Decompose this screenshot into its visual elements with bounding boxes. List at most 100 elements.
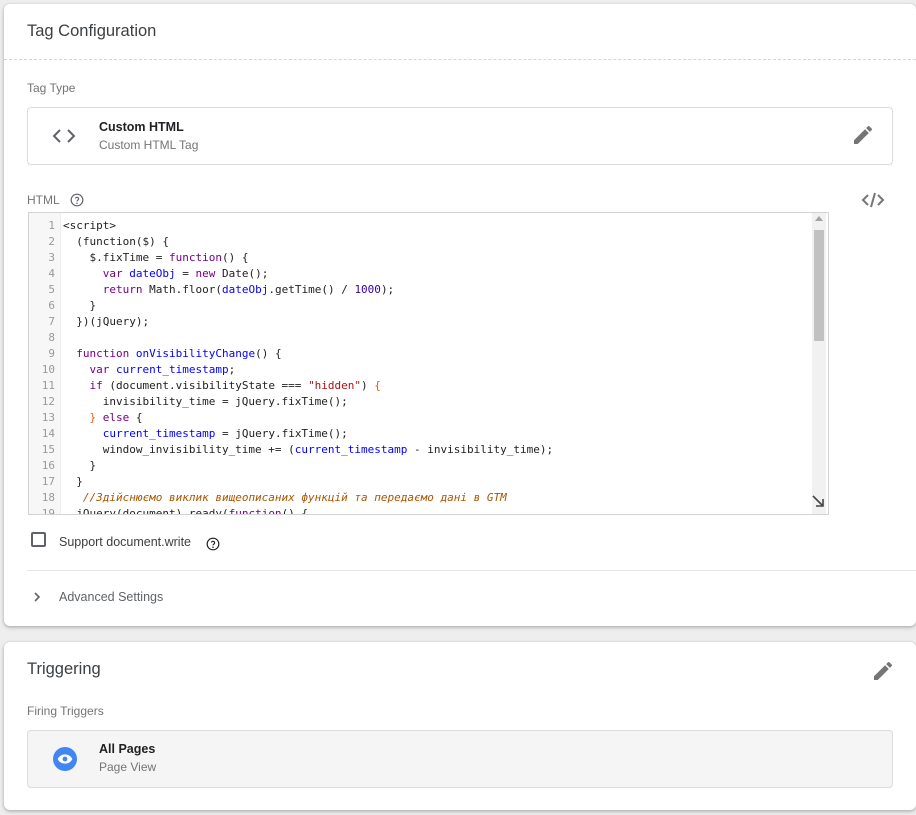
code-token: })(jQuery);: [63, 315, 150, 328]
code-line: 3 $.fixTime = function() {: [29, 250, 826, 266]
code-line: 5 return Math.floor(dateObj.getTime() / …: [29, 282, 826, 298]
help-icon[interactable]: [206, 537, 220, 551]
line-number: 12: [41, 395, 55, 408]
line-number: 8: [48, 331, 55, 344]
code-text: if (document.visibilityState === "hidden…: [63, 378, 381, 394]
code-token: else: [102, 411, 130, 424]
trigger-name: All Pages: [99, 742, 156, 756]
line-number: 19: [41, 507, 55, 515]
line-number: 14: [41, 427, 55, 440]
code-token: );: [380, 283, 395, 296]
code-token: dateObj: [129, 267, 176, 280]
code-token: window_invisibility_time += (: [63, 443, 295, 456]
tag-type-selector[interactable]: Custom HTML Custom HTML Tag: [27, 107, 893, 165]
section-divider: [27, 570, 916, 571]
html-label: HTML: [27, 193, 60, 207]
line-number: 16: [41, 459, 55, 472]
code-line: 9 function onVisibilityChange() {: [29, 346, 826, 362]
editor-vertical-scrollbar[interactable]: [812, 213, 826, 514]
tag-type-name: Custom HTML: [99, 120, 184, 134]
line-number: 2: [48, 235, 55, 248]
code-text: $.fixTime = function() {: [63, 250, 248, 266]
code-token: "hidden": [308, 379, 362, 392]
line-number: 6: [48, 299, 55, 312]
code-line: 6 }: [29, 298, 826, 314]
code-token: $.fixTime =: [63, 251, 169, 264]
code-token: dateObj: [221, 283, 269, 296]
code-line: 15 window_invisibility_time += (current_…: [29, 442, 826, 458]
code-token: }: [63, 459, 97, 472]
code-line: 8: [29, 330, 826, 346]
code-line: 18 //Здійснюємо виклик вищеописаних функ…: [29, 490, 826, 506]
trigger-all-pages[interactable]: All Pages Page View: [27, 730, 893, 788]
code-token: return: [102, 283, 143, 296]
code-line: 19 jQuery(document).ready(function() {: [29, 506, 826, 515]
format-code-icon[interactable]: [861, 191, 885, 209]
code-token: ;: [228, 363, 236, 376]
support-document-write-checkbox[interactable]: [31, 532, 46, 547]
eye-icon: [53, 747, 77, 771]
help-icon[interactable]: [70, 193, 84, 207]
line-number: 15: [41, 443, 55, 456]
resize-handle-icon[interactable]: [810, 493, 826, 509]
code-token: () {: [255, 347, 282, 360]
code-token: {: [374, 379, 381, 392]
scrollbar-thumb[interactable]: [814, 230, 824, 341]
line-number: 18: [41, 491, 55, 504]
code-token: {: [129, 411, 143, 424]
code-text: }: [63, 474, 83, 490]
code-text: //Здійснюємо виклик вищеописаних функцій…: [63, 490, 507, 506]
code-line: 14 current_timestamp = jQuery.fixTime();: [29, 426, 826, 442]
code-text: })(jQuery);: [63, 314, 149, 330]
code-token: - invisibility_time);: [407, 443, 554, 456]
scroll-up-arrow-icon[interactable]: [815, 216, 823, 221]
edit-pencil-icon[interactable]: [871, 659, 895, 683]
code-text: window_invisibility_time += (current_tim…: [63, 442, 553, 458]
triggering-title: Triggering: [27, 660, 101, 678]
code-text: (function($) {: [63, 234, 169, 250]
code-token: (document.visibilityState ===: [102, 379, 309, 392]
code-text: }: [63, 298, 96, 314]
tag-type-label: Tag Type: [27, 81, 76, 95]
code-line: 17 }: [29, 474, 826, 490]
code-line: 12 invisibility_time = jQuery.fixTime();: [29, 394, 826, 410]
code-token: new: [195, 267, 216, 280]
trigger-type: Page View: [99, 760, 157, 774]
code-token: Math.floor(: [142, 283, 222, 296]
tag-configuration-card: Tag Configuration Tag Type Custom HTML C…: [4, 4, 916, 626]
code-token: <script>: [63, 219, 116, 232]
code-brackets-icon: [52, 129, 76, 143]
line-number: 11: [41, 379, 55, 392]
code-lines: 1 <script> 2 (function($) {3 $.fixTime = f…: [29, 218, 826, 515]
line-number: 17: [41, 475, 55, 488]
line-number: 5: [48, 283, 55, 296]
line-number: 3: [48, 251, 55, 264]
code-text: var current_timestamp;: [63, 362, 236, 378]
triggering-card: Triggering Firing Triggers All Pages Pag…: [4, 642, 916, 810]
code-line: 2 (function($) {: [29, 234, 826, 250]
code-token: if: [89, 379, 103, 392]
support-document-write-label: Support document.write: [59, 535, 192, 549]
header-divider: [4, 59, 916, 60]
code-token: function: [228, 507, 282, 515]
code-text: return Math.floor(dateObj.getTime() / 10…: [63, 282, 394, 298]
code-token: jQuery(document).ready(: [63, 507, 229, 515]
line-number: 9: [48, 347, 55, 360]
code-line: 10 var current_timestamp;: [29, 362, 826, 378]
code-token: = jQuery.fixTime();: [215, 427, 348, 440]
html-code-editor[interactable]: 1 <script> 2 (function($) {3 $.fixTime = f…: [28, 212, 829, 515]
code-text: current_timestamp = jQuery.fixTime();: [63, 426, 348, 442]
code-token: ): [361, 379, 375, 392]
code-token: function: [168, 251, 222, 264]
code-token: }: [63, 475, 83, 488]
edit-pencil-icon[interactable]: [851, 123, 875, 147]
